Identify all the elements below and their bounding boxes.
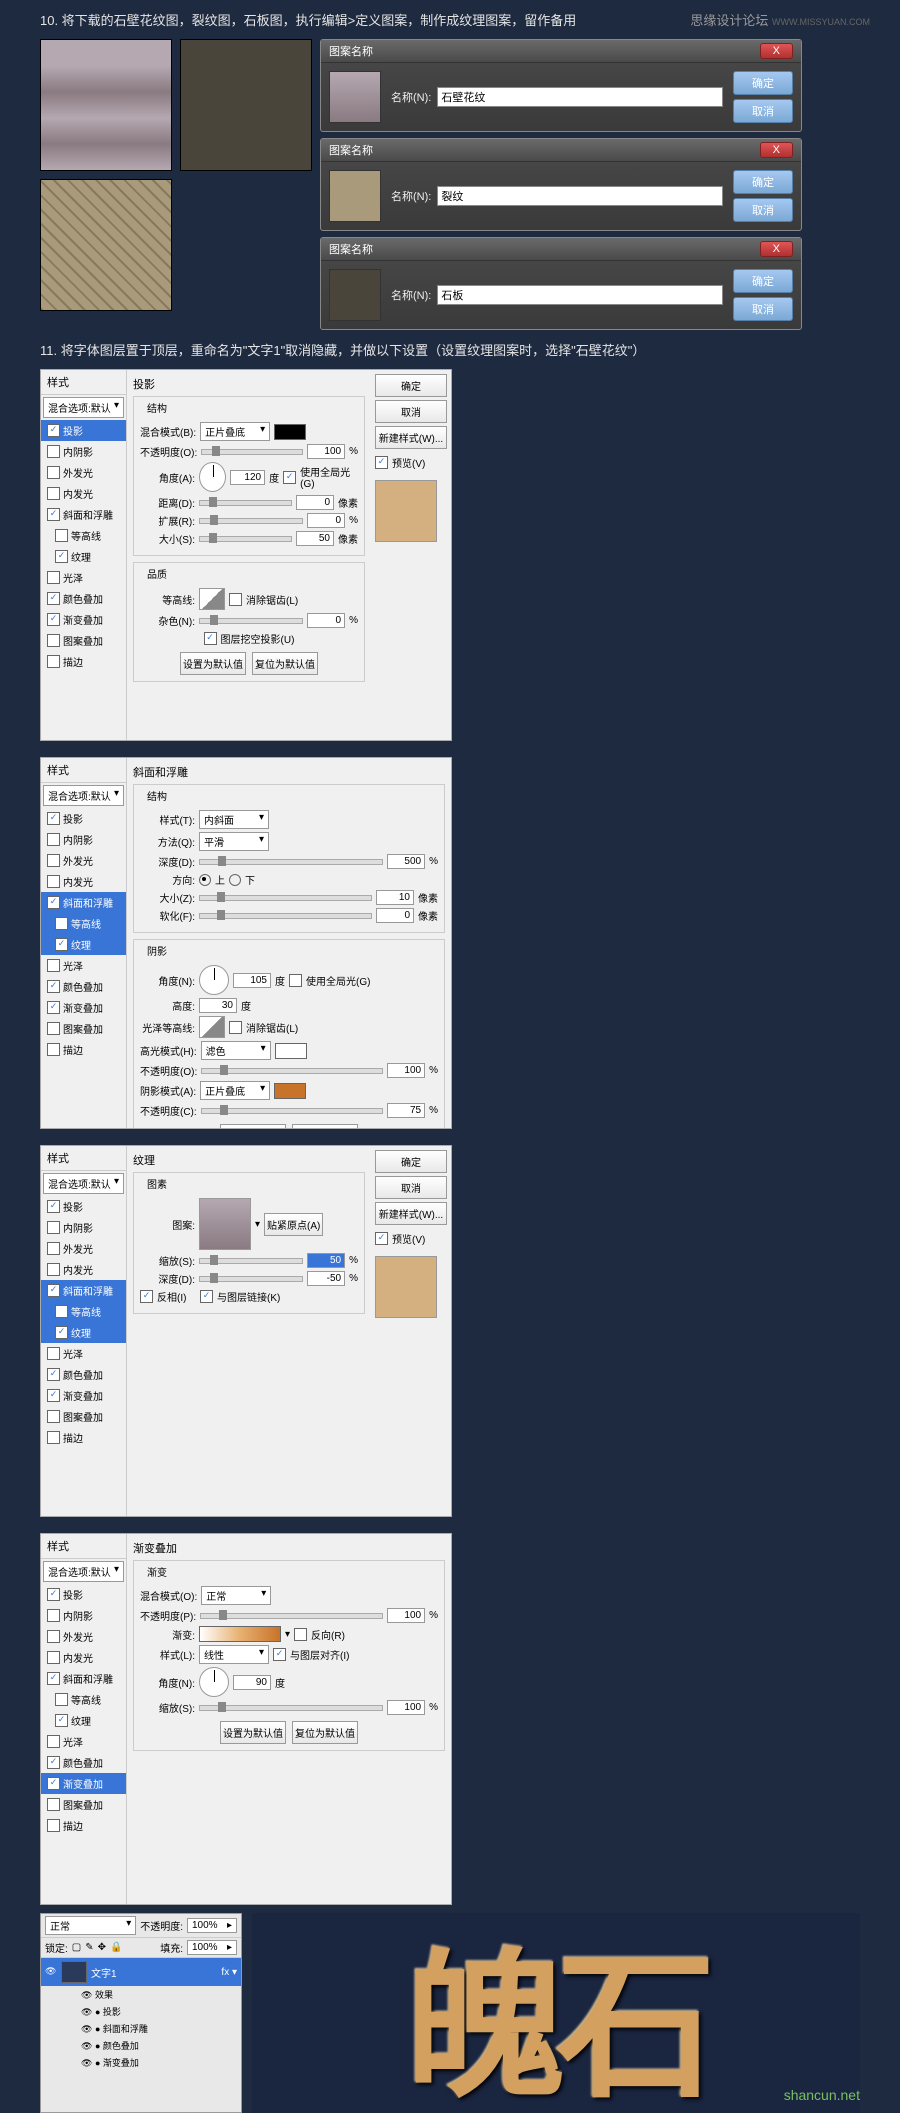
layer-style-drop-shadow: 样式 混合选项:默认▾ 投影 内阴影 外发光 内发光 斜面和浮雕 等高线 纹理 … bbox=[40, 369, 452, 741]
lock-paint-icon[interactable]: ✎ bbox=[85, 1942, 93, 1953]
dir-down-radio[interactable] bbox=[229, 874, 241, 886]
snap-origin-button[interactable]: 贴紧原点(A) bbox=[264, 1213, 323, 1236]
style-stroke[interactable]: 描边 bbox=[41, 651, 126, 672]
pattern-name-dialog-2: 图案名称X 名称(N): 确定 取消 bbox=[320, 138, 802, 231]
result-preview: 魄石 bbox=[252, 1913, 860, 2113]
pattern-name-input[interactable] bbox=[437, 87, 723, 107]
blend-mode-combo[interactable]: 正常▾ bbox=[45, 1916, 136, 1935]
visibility-icon[interactable] bbox=[45, 1966, 57, 1978]
pattern-name-dialog-1: 图案名称X 名称(N): 确定 取消 bbox=[320, 39, 802, 132]
pattern-thumb bbox=[329, 269, 381, 321]
texture-cracks bbox=[40, 179, 172, 311]
style-satin[interactable]: 光泽 bbox=[41, 567, 126, 588]
ok-button[interactable]: 确定 bbox=[733, 71, 793, 95]
watermark: 思缘设计论坛 WWW.MISSYUAN.COM bbox=[690, 10, 870, 29]
layer-style-texture: 样式 混合选项:默认▾ 投影 内阴影 外发光 内发光 斜面和浮雕 等高线 纹理 … bbox=[40, 1145, 452, 1517]
style-texture[interactable]: 纹理 bbox=[41, 546, 126, 567]
ok-button[interactable]: 确定 bbox=[733, 269, 793, 293]
texture-stone-wall bbox=[40, 39, 172, 171]
shadow-color[interactable] bbox=[274, 424, 306, 440]
pattern-name-input[interactable] bbox=[437, 186, 723, 206]
gradient-picker[interactable] bbox=[199, 1626, 281, 1642]
contour-picker[interactable] bbox=[199, 588, 225, 610]
layers-panel: 正常▾不透明度:100%▸ 锁定:▢✎✥🔒填充:100%▸ 文字1fx ▾ 效果… bbox=[40, 1913, 242, 2113]
cancel-button[interactable]: 取消 bbox=[733, 99, 793, 123]
lock-transparent-icon[interactable]: ▢ bbox=[72, 1942, 81, 1953]
style-drop-shadow[interactable]: 投影 bbox=[41, 420, 126, 441]
new-style-button[interactable]: 新建样式(W)... bbox=[375, 426, 447, 449]
ok-button[interactable]: 确定 bbox=[733, 170, 793, 194]
angle-dial[interactable] bbox=[199, 462, 226, 492]
ok-button[interactable]: 确定 bbox=[375, 374, 447, 397]
cancel-button[interactable]: 取消 bbox=[733, 297, 793, 321]
make-default-button[interactable]: 设置为默认值 bbox=[180, 652, 246, 675]
opacity-slider[interactable] bbox=[201, 449, 303, 455]
style-bevel[interactable]: 斜面和浮雕 bbox=[41, 504, 126, 525]
style-contour[interactable]: 等高线 bbox=[41, 525, 126, 546]
shancun-watermark: shancun.net bbox=[784, 2087, 860, 2103]
close-icon[interactable]: X bbox=[760, 142, 793, 158]
cancel-button[interactable]: 取消 bbox=[375, 400, 447, 423]
texture-stone-slab bbox=[180, 39, 312, 171]
preview-thumb bbox=[375, 480, 437, 542]
pattern-thumb bbox=[329, 71, 381, 123]
pattern-name-input[interactable] bbox=[437, 285, 723, 305]
style-color-overlay[interactable]: 颜色叠加 bbox=[41, 588, 126, 609]
blend-options-combo[interactable]: 混合选项:默认▾ bbox=[43, 397, 124, 418]
style-pattern-overlay[interactable]: 图案叠加 bbox=[41, 630, 126, 651]
style-gradient-overlay[interactable]: 渐变叠加 bbox=[41, 609, 126, 630]
step-11-text: 11. 将字体图层置于顶层，重命名为"文字1"取消隐藏，并做以下设置（设置纹理图… bbox=[0, 330, 900, 369]
opacity-input[interactable]: 100 bbox=[307, 444, 345, 459]
dir-up-radio[interactable] bbox=[199, 874, 211, 886]
pattern-name-dialog-3: 图案名称X 名称(N): 确定 取消 bbox=[320, 237, 802, 330]
pattern-thumb bbox=[329, 170, 381, 222]
pattern-picker[interactable] bbox=[199, 1198, 251, 1250]
cancel-button[interactable]: 取消 bbox=[733, 198, 793, 222]
style-inner-glow[interactable]: 内发光 bbox=[41, 483, 126, 504]
close-icon[interactable]: X bbox=[760, 241, 793, 257]
lock-all-icon[interactable]: 🔒 bbox=[110, 1942, 122, 1953]
style-inner-shadow[interactable]: 内阴影 bbox=[41, 441, 126, 462]
reset-default-button[interactable]: 复位为默认值 bbox=[252, 652, 318, 675]
layer-text1[interactable]: 文字1fx ▾ bbox=[41, 1958, 241, 1986]
blend-mode-combo[interactable]: 正片叠底▾ bbox=[200, 422, 270, 441]
style-outer-glow[interactable]: 外发光 bbox=[41, 462, 126, 483]
layer-style-gradient: 样式 混合选项:默认▾ 投影 内阴影 外发光 内发光 斜面和浮雕 等高线 纹理 … bbox=[40, 1533, 452, 1905]
lock-move-icon[interactable]: ✥ bbox=[98, 1942, 106, 1953]
layer-style-bevel: 样式 混合选项:默认▾ 投影 内阴影 外发光 内发光 斜面和浮雕 等高线 纹理 … bbox=[40, 757, 452, 1129]
close-icon[interactable]: X bbox=[760, 43, 793, 59]
